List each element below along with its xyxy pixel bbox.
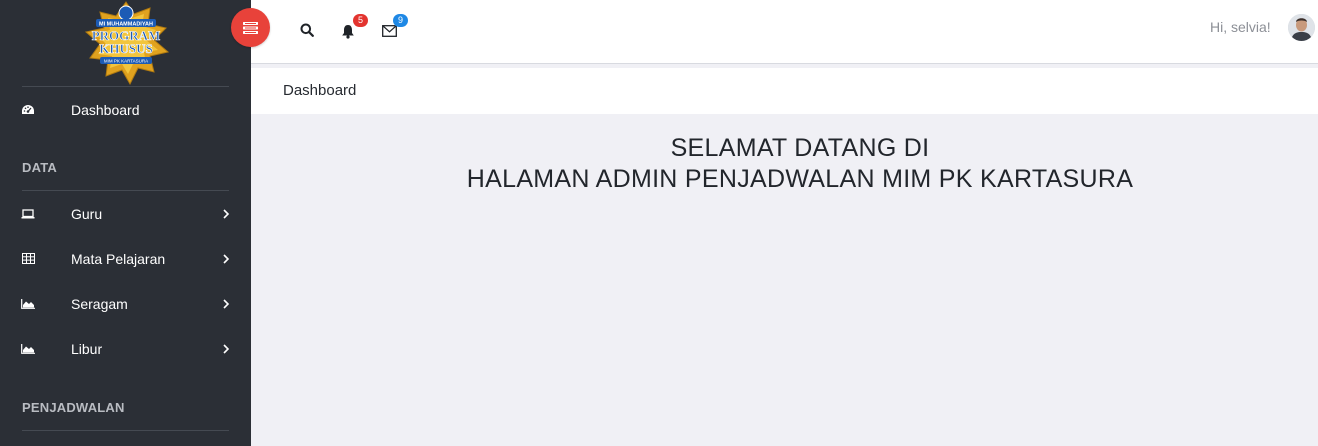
messages-badge: 9: [393, 14, 408, 27]
search-icon: [300, 23, 314, 37]
page-header: Dashboard: [251, 68, 1318, 114]
section-heading-data: DATA: [22, 160, 57, 175]
sidebar-divider: [22, 430, 229, 431]
sidebar-item-label: Seragam: [71, 295, 128, 312]
logo-area: MI MUHAMMADIYAH PROGRAM KHUSUS MIM PK KA…: [0, 0, 251, 86]
chevron-right-icon: [223, 298, 230, 309]
user-avatar-icon: [1288, 14, 1315, 41]
dashboard-icon: [21, 104, 35, 116]
svg-text:MIM PK KARTASURA: MIM PK KARTASURA: [104, 59, 148, 64]
search-button[interactable]: [297, 20, 317, 40]
sidebar-item-libur[interactable]: Libur: [0, 326, 251, 371]
sidebar: MI MUHAMMADIYAH PROGRAM KHUSUS MIM PK KA…: [0, 0, 251, 446]
envelope-icon: [381, 25, 397, 37]
sidebar-item-label: Dashboard: [71, 101, 140, 118]
chevron-right-icon: [223, 253, 230, 264]
notifications-badge: 5: [353, 14, 368, 27]
sidebar-item-label: Guru: [71, 205, 103, 222]
sidebar-toggle-button[interactable]: [231, 8, 270, 47]
sidebar-item-label: Mata Pelajaran: [71, 250, 166, 267]
welcome-line-1: SELAMAT DATANG DI: [670, 134, 930, 162]
school-logo[interactable]: MI MUHAMMADIYAH PROGRAM KHUSUS MIM PK KA…: [80, 0, 172, 86]
sidebar-item-dashboard[interactable]: Dashboard: [0, 87, 251, 132]
chevron-right-icon: [223, 208, 230, 219]
bell-icon: [342, 24, 354, 39]
page-title: Dashboard: [283, 82, 357, 99]
user-greeting[interactable]: Hi, selvia!: [1210, 19, 1271, 35]
sidebar-item-mata-pelajaran[interactable]: Mata Pelajaran: [0, 236, 251, 281]
avatar[interactable]: [1288, 14, 1315, 41]
svg-text:KHUSUS: KHUSUS: [99, 41, 152, 56]
menu-icon: [243, 21, 258, 34]
welcome-line-2: HALAMAN ADMIN PENJADWALAN MIM PK KARTASU…: [466, 165, 1134, 193]
table-icon: [21, 253, 35, 265]
svg-text:MI MUHAMMADIYAH: MI MUHAMMADIYAH: [99, 22, 153, 28]
section-heading-penjadwalan: PENJADWALAN: [22, 400, 125, 415]
area-chart-icon: [21, 343, 35, 355]
area-chart-icon: [21, 298, 35, 310]
chevron-right-icon: [223, 343, 230, 354]
laptop-icon: [21, 208, 35, 220]
sidebar-item-seragam[interactable]: Seragam: [0, 281, 251, 326]
welcome-message: SELAMAT DATANG DI HALAMAN ADMIN PENJADWA…: [251, 133, 1318, 195]
topbar: [251, 0, 1318, 64]
sidebar-item-guru[interactable]: Guru: [0, 191, 251, 236]
sidebar-item-label: Libur: [71, 340, 103, 357]
